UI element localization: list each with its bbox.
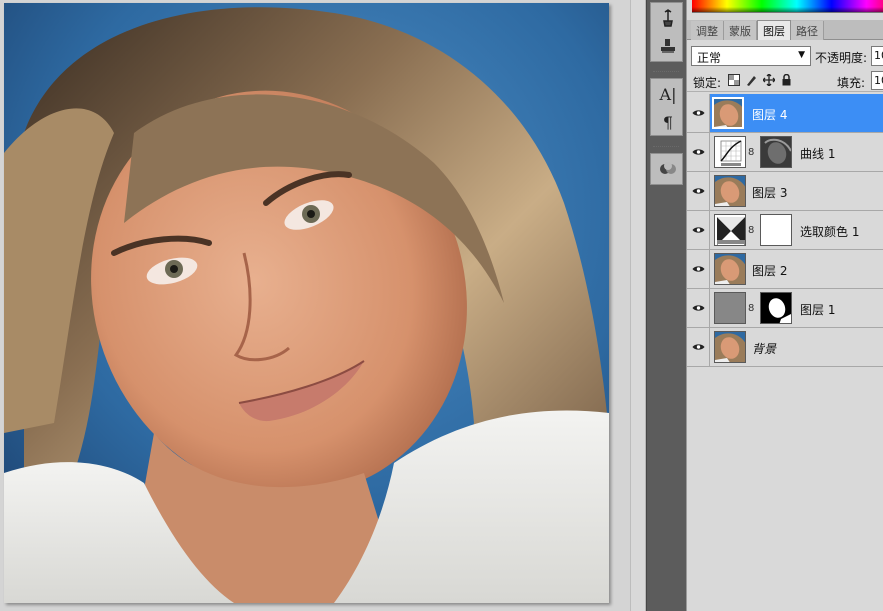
3d-icon[interactable]	[655, 157, 681, 181]
panel-icon-strip: A| ¶	[646, 0, 686, 611]
layer-name[interactable]: 图层 1	[800, 301, 835, 318]
layer-name[interactable]: 选取颜色 1	[800, 223, 859, 240]
lock-fill-row: 锁定: 填充: 10	[687, 70, 883, 92]
selective-color-adjustment-icon[interactable]	[714, 214, 746, 246]
icon-group-text: A| ¶	[650, 78, 683, 136]
layer-row[interactable]: 背景	[687, 328, 883, 367]
layer-row[interactable]: 图层 2	[687, 250, 883, 289]
visibility-toggle[interactable]	[687, 289, 710, 327]
lock-position-icon[interactable]	[762, 73, 775, 87]
blend-mode-value: 正常	[697, 51, 722, 65]
eye-icon	[692, 266, 704, 272]
eye-icon	[692, 305, 704, 311]
white-mask[interactable]	[760, 214, 792, 246]
icon-group-brush	[650, 2, 683, 62]
lock-all-icon[interactable]	[780, 73, 793, 87]
portrait-photo[interactable]	[4, 3, 609, 603]
layer-row[interactable]: 8 曲线 1	[687, 133, 883, 172]
panel-grip[interactable]	[653, 71, 679, 73]
visibility-toggle[interactable]	[687, 211, 710, 249]
tab-adjustments[interactable]: 调整	[691, 21, 724, 40]
portrait-thumbnail[interactable]	[712, 97, 744, 129]
visibility-toggle[interactable]	[687, 94, 710, 132]
portrait-thumbnail[interactable]	[714, 331, 746, 363]
portrait-mask-bw[interactable]	[760, 292, 792, 324]
tab-masks[interactable]: 蒙版	[724, 21, 757, 40]
layer-name[interactable]: 图层 4	[752, 106, 787, 123]
blend-opacity-row: 正常 ▼ 不透明度: 10	[687, 44, 883, 68]
lock-pixels-icon[interactable]	[744, 74, 757, 87]
layer-row[interactable]: 图层 4	[687, 94, 883, 133]
portrait-thumbnail[interactable]	[714, 253, 746, 285]
portrait-mask-dark[interactable]	[760, 136, 792, 168]
eye-icon	[692, 149, 704, 155]
visibility-toggle[interactable]	[687, 250, 710, 288]
eye-icon	[692, 227, 704, 233]
tab-layers[interactable]: 图层	[757, 20, 791, 40]
portrait-thumbnail[interactable]	[714, 175, 746, 207]
blend-mode-select[interactable]: 正常 ▼	[691, 46, 811, 66]
layer-name[interactable]: 图层 2	[752, 262, 787, 279]
lock-label: 锁定:	[693, 76, 722, 90]
layer-name[interactable]: 曲线 1	[800, 145, 835, 162]
opacity-label: 不透明度:	[815, 51, 868, 65]
layer-list: 图层 4 8 曲线 1 图层 3 8 选取颜色 1 图层 2 8 图层 1 背景	[687, 94, 883, 367]
canvas-vertical-scrollbar[interactable]	[630, 0, 646, 611]
eye-icon	[692, 188, 704, 194]
layer-name[interactable]: 图层 3	[752, 184, 787, 201]
fill-label: 填充:	[837, 76, 866, 90]
visibility-toggle[interactable]	[687, 172, 710, 210]
gray-fill-thumbnail[interactable]	[714, 292, 746, 324]
fill-input[interactable]: 10	[871, 71, 883, 90]
layers-panel: 调整 蒙版 图层 路径 正常 ▼ 不透明度: 10 锁定: 填充: 10	[686, 0, 883, 611]
layer-name[interactable]: 背景	[752, 340, 776, 357]
color-spectrum-bar[interactable]	[692, 0, 883, 13]
link-chain-icon[interactable]: 8	[748, 225, 754, 236]
brush-settings-icon[interactable]	[655, 6, 681, 30]
panel-grip[interactable]	[653, 146, 679, 148]
layer-row[interactable]: 8 选取颜色 1	[687, 211, 883, 250]
tab-paths[interactable]: 路径	[791, 21, 824, 40]
paragraph-icon[interactable]: ¶	[655, 110, 681, 134]
link-chain-icon[interactable]: 8	[748, 303, 754, 314]
chevron-down-icon: ▼	[798, 50, 805, 60]
link-chain-icon[interactable]: 8	[748, 147, 754, 158]
icon-group-3d	[650, 153, 683, 185]
panel-tabs: 调整 蒙版 图层 路径	[687, 20, 883, 40]
layer-row[interactable]: 图层 3	[687, 172, 883, 211]
document-canvas[interactable]	[0, 0, 630, 611]
eye-icon	[692, 110, 704, 116]
visibility-toggle[interactable]	[687, 328, 710, 366]
curves-adjustment-icon[interactable]	[714, 136, 746, 168]
visibility-toggle[interactable]	[687, 133, 710, 171]
clone-source-icon[interactable]	[655, 34, 681, 58]
opacity-input[interactable]: 10	[871, 46, 883, 66]
layer-row[interactable]: 8 图层 1	[687, 289, 883, 328]
character-icon[interactable]: A|	[655, 82, 681, 106]
lock-transparency-icon[interactable]	[727, 74, 740, 87]
eye-icon	[692, 344, 704, 350]
